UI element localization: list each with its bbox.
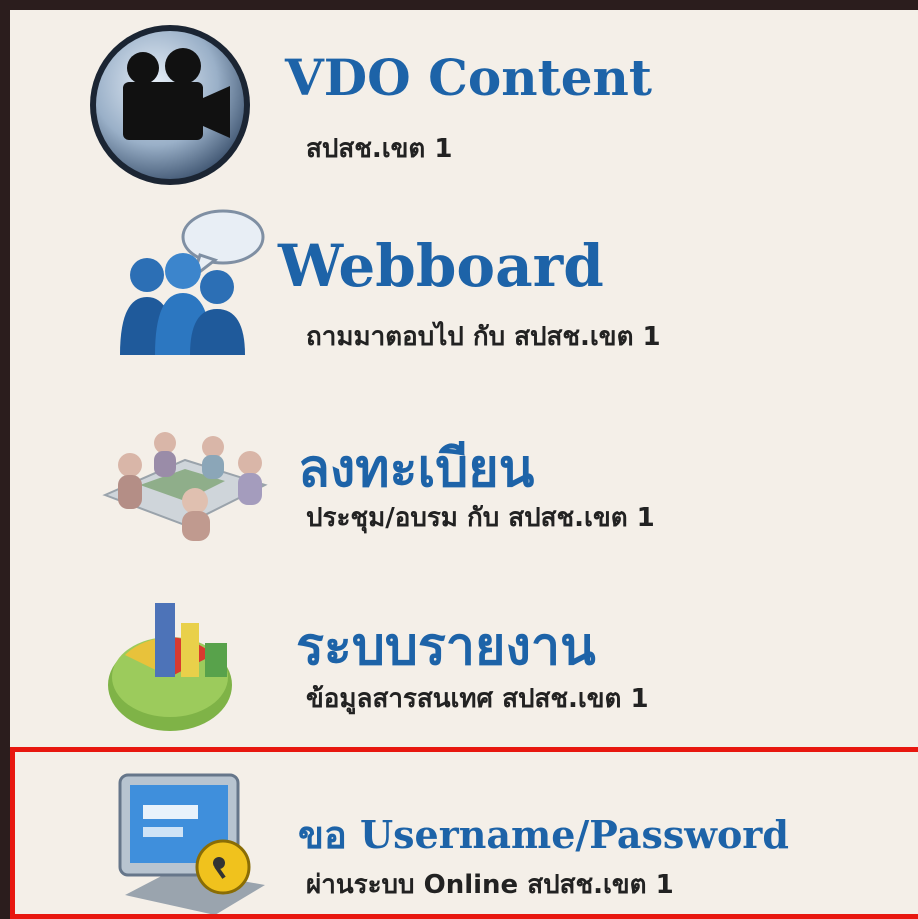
menu-subtitle: สปสช.เขต 1 [306, 134, 453, 164]
menu-item-register[interactable]: ลงทะเบียน ประชุม/อบรม กับ สปสช.เขต 1 [10, 390, 918, 570]
menu-title: ระบบรายงาน [296, 616, 596, 677]
menu-item-report[interactable]: ระบบรายงาน ข้อมูลสารสนเทศ สปสช.เขต 1 [10, 570, 918, 745]
menu-subtitle: ข้อมูลสารสนเทศ สปสช.เขต 1 [306, 684, 649, 714]
video-camera-icon [85, 20, 255, 194]
meeting-table-icon [85, 405, 275, 549]
menu-item-webboard[interactable]: Webboard ถามมาตอบไป กับ สปสช.เขต 1 [10, 200, 918, 390]
menu-subtitle: ผ่านระบบ Online สปสช.เขต 1 [306, 870, 674, 900]
menu-title: ขอ Username/Password [298, 812, 789, 857]
menu-subtitle: ประชุม/อบรม กับ สปสช.เขต 1 [306, 503, 655, 533]
report-chart-icon [95, 585, 275, 739]
menu-subtitle: ถามมาตอบไป กับ สปสช.เขต 1 [306, 322, 661, 352]
menu-item-request-account[interactable]: ขอ Username/Password ผ่านระบบ Online สปส… [10, 750, 918, 916]
webboard-people-icon [105, 205, 275, 369]
menu-title: VDO Content [285, 48, 652, 107]
menu-panel: VDO Content สปสช.เขต 1 Webboard ถามมาตอบ… [10, 10, 918, 916]
menu-item-vdo-content[interactable]: VDO Content สปสช.เขต 1 [10, 10, 918, 200]
menu-title: Webboard [278, 232, 604, 300]
computer-lock-icon [105, 765, 275, 919]
